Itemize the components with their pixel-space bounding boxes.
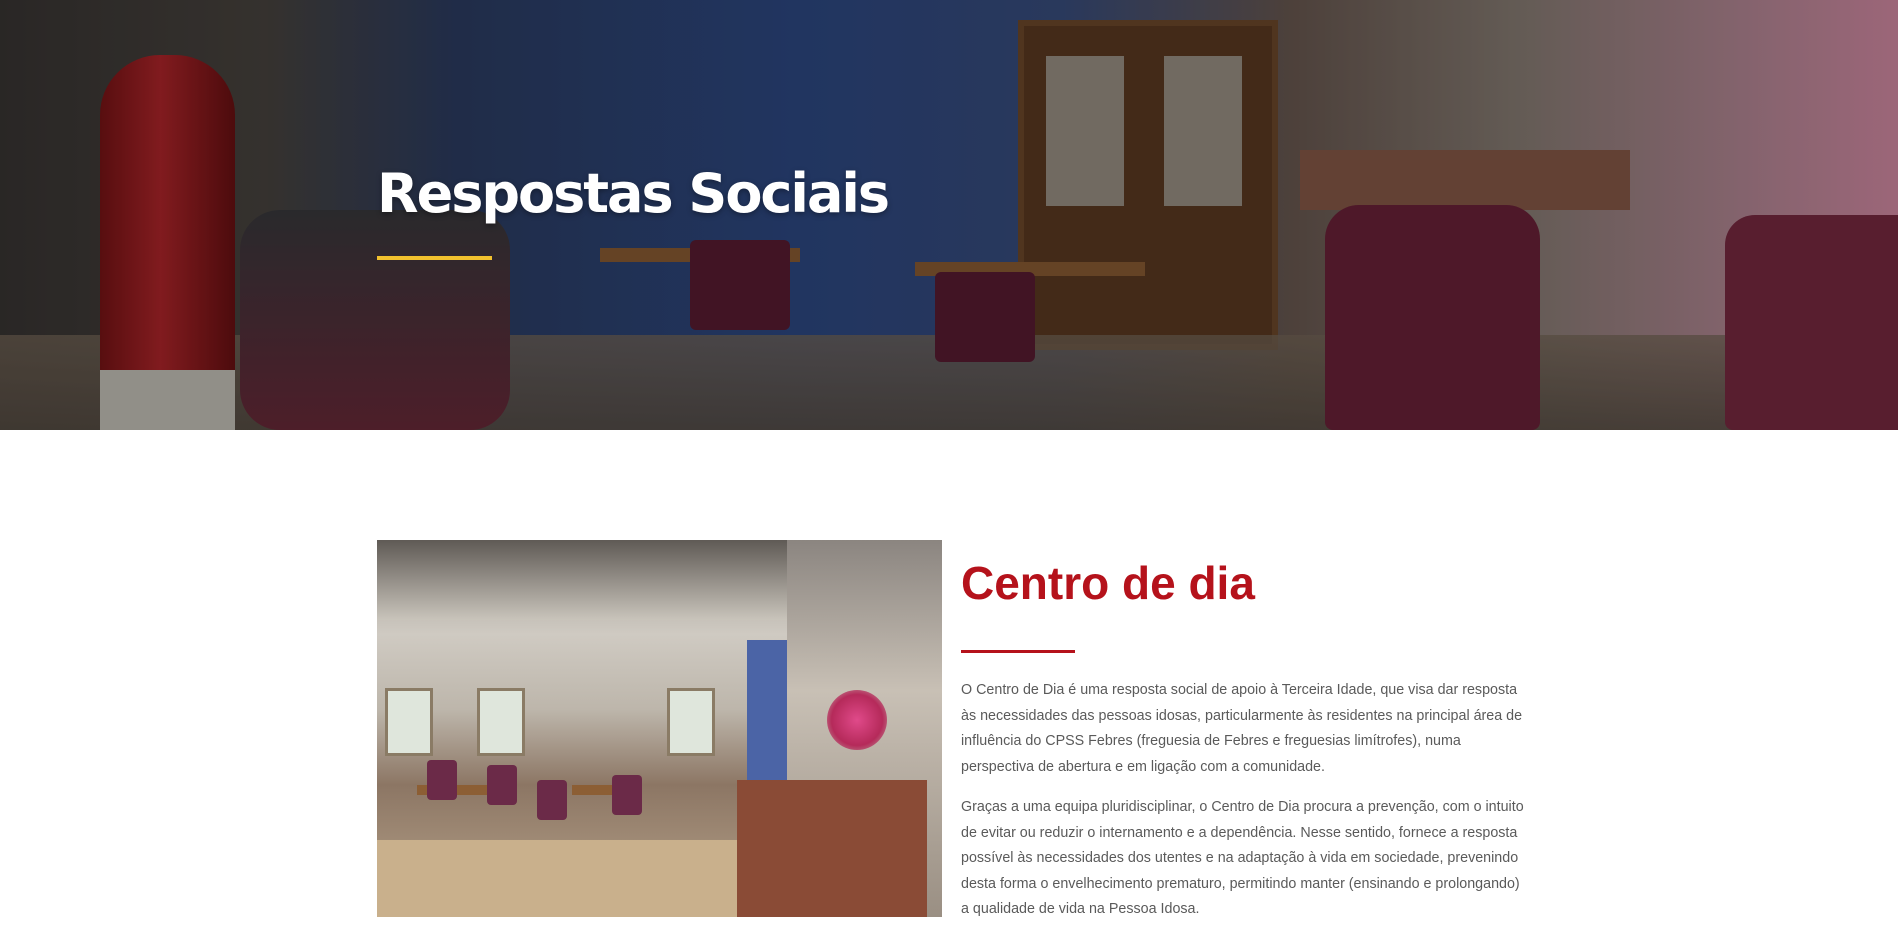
title-underline — [377, 256, 492, 260]
photo-flowers — [827, 690, 887, 750]
hero-banner: Respostas Sociais — [0, 0, 1898, 430]
centro-de-dia-photo — [377, 540, 942, 917]
photo-chair — [537, 780, 567, 820]
photo-floor — [377, 840, 787, 917]
photo-fireplace — [737, 780, 927, 917]
section-paragraph: Graças a uma equipa pluridisciplinar, o … — [961, 799, 1524, 917]
section-paragraph: O Centro de Dia é uma resposta social de… — [961, 682, 1523, 775]
photo-chair — [427, 760, 457, 800]
photo-chair — [487, 765, 517, 805]
section-title-underline — [961, 650, 1075, 653]
section-title: Centro de dia — [961, 557, 1255, 609]
hero-overlay — [0, 0, 1898, 430]
page-title: Respostas Sociais — [377, 162, 890, 225]
photo-window — [667, 688, 715, 756]
photo-chair — [612, 775, 642, 815]
photo-window — [477, 688, 525, 756]
photo-window — [385, 688, 433, 756]
